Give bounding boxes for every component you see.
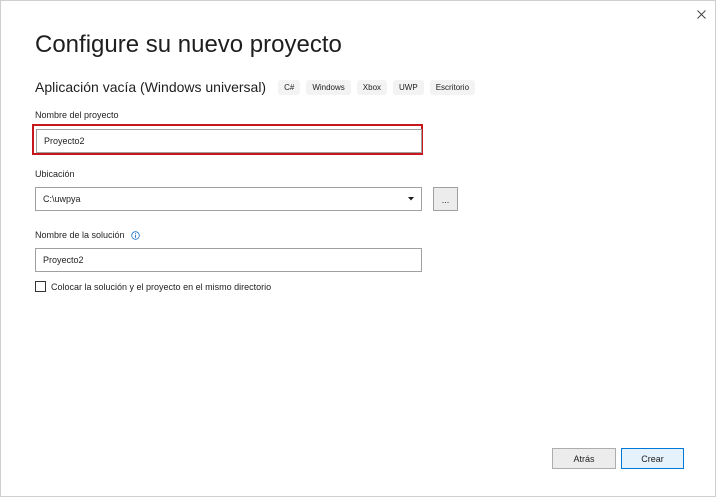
solution-name-label-row: Nombre de la solución bbox=[35, 230, 140, 240]
same-directory-option[interactable]: Colocar la solución y el proyecto en el … bbox=[35, 281, 271, 292]
create-button[interactable]: Crear bbox=[621, 448, 684, 469]
location-label: Ubicación bbox=[35, 169, 75, 179]
tag-language: C# bbox=[278, 79, 301, 95]
solution-name-label: Nombre de la solución bbox=[35, 230, 125, 240]
same-directory-label: Colocar la solución y el proyecto en el … bbox=[51, 281, 272, 292]
tag-platform-windows: Windows bbox=[306, 79, 351, 95]
dialog-window: Configure su nuevo proyecto Aplicación v… bbox=[0, 0, 716, 497]
location-value: C:\uwpya bbox=[43, 194, 81, 204]
close-icon bbox=[696, 9, 706, 19]
project-name-input[interactable] bbox=[36, 129, 422, 153]
tag-project-type: UWP bbox=[393, 79, 424, 95]
browse-button[interactable]: ... bbox=[433, 187, 458, 211]
info-icon[interactable] bbox=[131, 231, 140, 240]
back-button[interactable]: Atrás bbox=[552, 448, 616, 469]
tag-platform-xbox: Xbox bbox=[356, 79, 388, 95]
tag-platform-desktop: Escritorio bbox=[429, 79, 476, 95]
chevron-down-icon bbox=[405, 197, 417, 201]
solution-name-input[interactable] bbox=[35, 248, 422, 272]
close-button[interactable] bbox=[691, 5, 711, 23]
location-dropdown[interactable]: C:\uwpya bbox=[35, 187, 422, 211]
template-name: Aplicación vacía (Windows universal) bbox=[35, 79, 267, 95]
project-name-label: Nombre del proyecto bbox=[35, 110, 119, 120]
page-title: Configure su nuevo proyecto bbox=[35, 31, 342, 58]
same-directory-checkbox[interactable] bbox=[35, 281, 46, 292]
template-info: Aplicación vacía (Windows universal) C# … bbox=[35, 79, 476, 95]
